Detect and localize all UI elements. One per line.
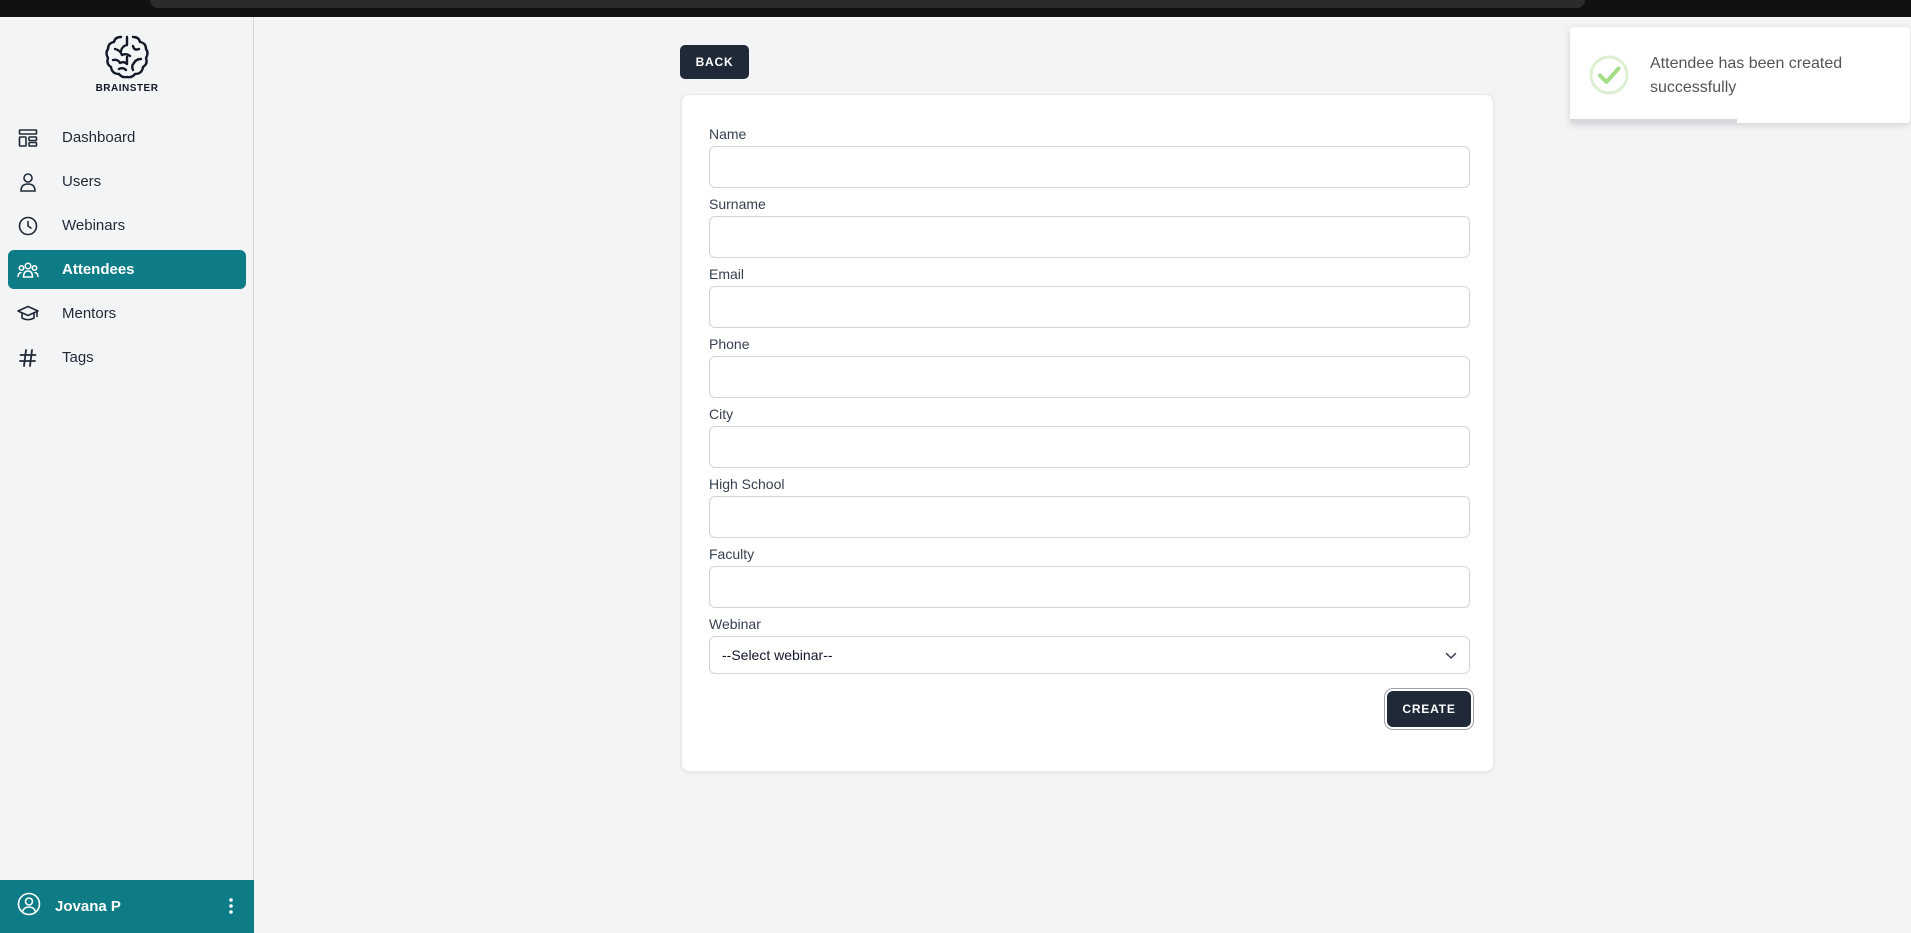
city-field-group: City: [709, 405, 1470, 468]
dashboard-icon: [17, 127, 39, 149]
browser-top-bar: [0, 0, 1911, 17]
name-field-group: Name: [709, 125, 1470, 188]
city-input[interactable]: [709, 426, 1470, 468]
brand-name: BRAINSTER: [95, 83, 159, 94]
email-field-group: Email: [709, 265, 1470, 328]
email-input[interactable]: [709, 286, 1470, 328]
sidebar-item-dashboard[interactable]: Dashboard: [8, 118, 246, 157]
faculty-input[interactable]: [709, 566, 1470, 608]
success-toast[interactable]: Attendee has been created successfully: [1570, 27, 1910, 123]
chevron-down-icon: [1445, 647, 1457, 663]
sidebar-item-label: Users: [62, 173, 102, 190]
webinar-select[interactable]: --Select webinar--: [709, 636, 1470, 674]
brand-logo[interactable]: BRAINSTER: [95, 33, 159, 94]
phone-input[interactable]: [709, 356, 1470, 398]
back-button[interactable]: BACK: [680, 45, 749, 79]
email-label: Email: [709, 266, 745, 282]
success-check-icon: [1589, 55, 1629, 100]
sidebar: BRAINSTER Dashboard Users Webinars Atten…: [0, 17, 254, 933]
create-button[interactable]: CREATE: [1387, 691, 1471, 727]
phone-field-group: Phone: [709, 335, 1470, 398]
sidebar-nav: Dashboard Users Webinars Attendees Mento…: [8, 118, 246, 382]
sidebar-item-label: Tags: [62, 349, 94, 366]
high-school-input[interactable]: [709, 496, 1470, 538]
user-profile-bar[interactable]: Jovana P: [0, 880, 254, 933]
webinar-select-value: --Select webinar--: [722, 647, 833, 663]
sidebar-item-label: Attendees: [62, 261, 135, 278]
sidebar-item-mentors[interactable]: Mentors: [8, 294, 246, 333]
name-label: Name: [709, 126, 747, 142]
hashtag-icon: [17, 347, 39, 369]
name-input[interactable]: [709, 146, 1470, 188]
surname-field-group: Surname: [709, 195, 1470, 258]
faculty-field-group: Faculty: [709, 545, 1470, 608]
clock-icon: [17, 215, 39, 237]
sidebar-item-tags[interactable]: Tags: [8, 338, 246, 377]
sidebar-item-label: Dashboard: [62, 129, 136, 146]
sidebar-item-webinars[interactable]: Webinars: [8, 206, 246, 245]
surname-label: Surname: [709, 196, 766, 212]
create-attendee-form: Name Surname Email Phone City High Schoo…: [681, 94, 1494, 772]
kebab-menu-icon[interactable]: [228, 897, 234, 920]
surname-input[interactable]: [709, 216, 1470, 258]
webinar-label: Webinar: [709, 616, 761, 632]
phone-label: Phone: [709, 336, 750, 352]
high-school-label: High School: [709, 476, 785, 492]
users-group-icon: [17, 259, 39, 281]
graduation-cap-icon: [17, 303, 39, 325]
sidebar-item-label: Webinars: [62, 217, 126, 234]
webinar-field-group: Webinar --Select webinar--: [709, 615, 1470, 674]
user-name: Jovana P: [55, 898, 121, 915]
sidebar-item-label: Mentors: [62, 305, 117, 322]
browser-top-strip: [150, 0, 1585, 8]
toast-progress-bar: [1570, 119, 1737, 123]
user-icon: [17, 171, 39, 193]
brain-logo-icon: [105, 35, 149, 79]
faculty-label: Faculty: [709, 546, 755, 562]
toast-message: Attendee has been created successfully: [1650, 55, 1843, 96]
user-circle-icon: [17, 892, 41, 921]
sidebar-item-attendees[interactable]: Attendees: [8, 250, 246, 289]
sidebar-item-users[interactable]: Users: [8, 162, 246, 201]
city-label: City: [709, 406, 734, 422]
high-school-field-group: High School: [709, 475, 1470, 538]
